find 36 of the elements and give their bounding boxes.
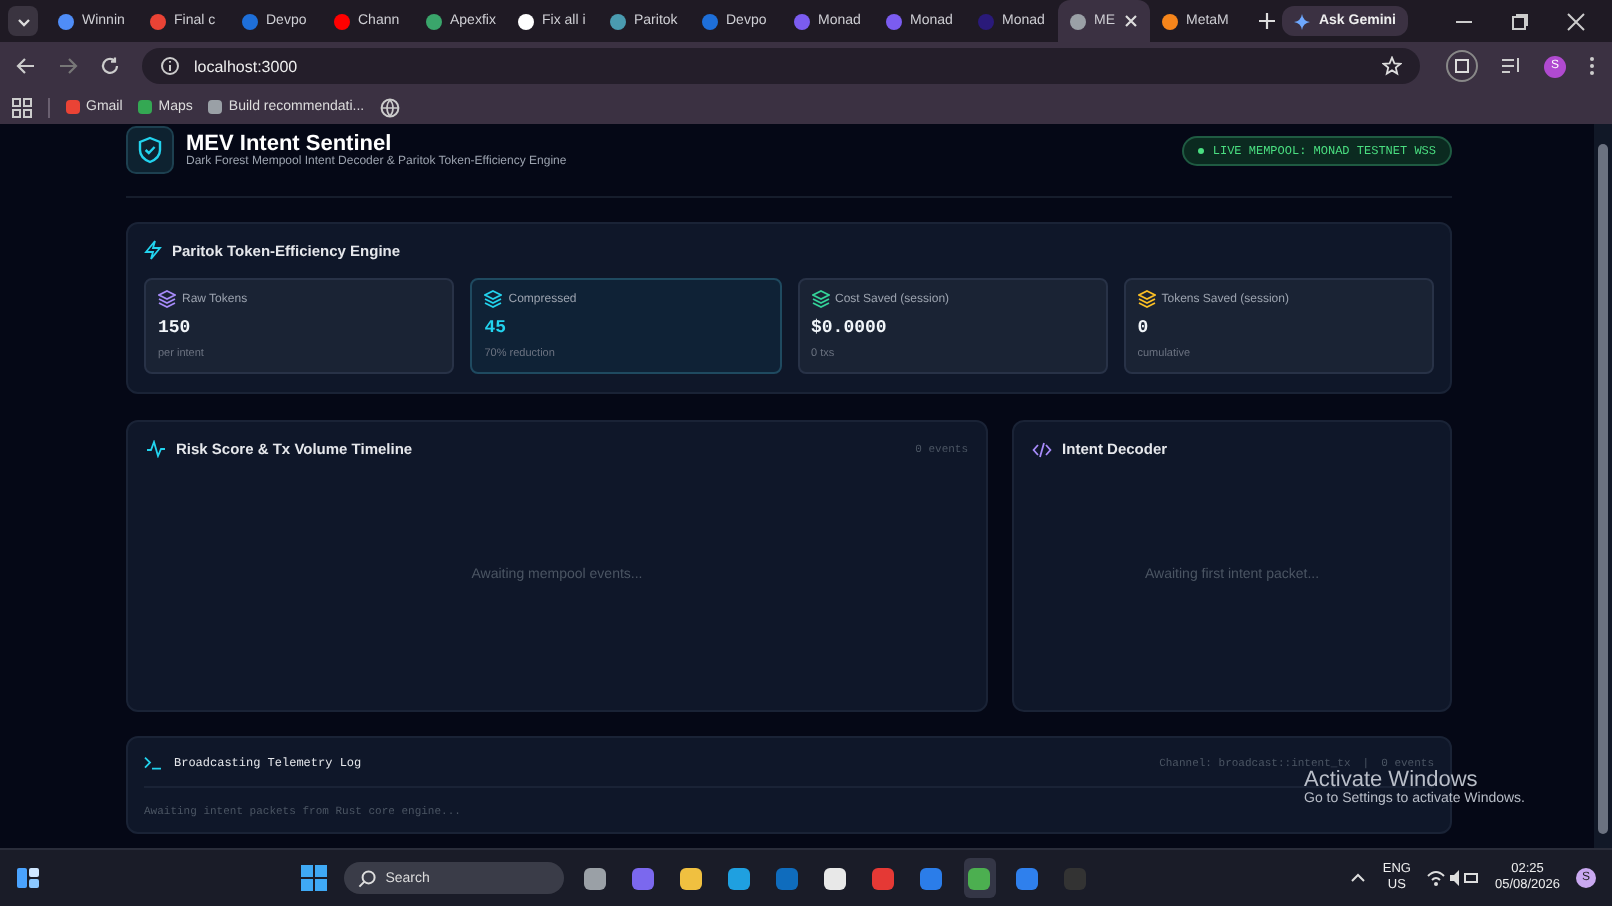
- info-icon: [160, 56, 180, 76]
- terminal-icon: [144, 755, 162, 769]
- media-icon[interactable]: [1500, 56, 1522, 76]
- search-icon: [357, 869, 376, 887]
- address-bar[interactable]: localhost:3000: [142, 48, 1420, 84]
- stat-value: 150: [158, 318, 193, 338]
- menu-icon[interactable]: [1588, 56, 1596, 76]
- back-icon[interactable]: [16, 56, 36, 76]
- globe-icon[interactable]: [380, 97, 401, 117]
- scrollbar[interactable]: [1594, 124, 1612, 848]
- stat-value: $0.0000: [811, 318, 889, 338]
- restore-icon[interactable]: [1510, 11, 1530, 31]
- chevron-icon: [15, 13, 31, 29]
- stat-value: 45: [484, 318, 509, 338]
- pulse-icon: [146, 440, 166, 458]
- widgets-icon[interactable]: [16, 866, 40, 890]
- new-tab-icon[interactable]: [1258, 12, 1276, 30]
- sparkle-icon: [1294, 13, 1311, 29]
- reload-icon[interactable]: [100, 56, 120, 76]
- app-title: MEV Intent Sentinel: [186, 132, 394, 156]
- close-icon[interactable]: [1566, 11, 1586, 31]
- forward-icon[interactable]: [58, 56, 78, 76]
- tab-search-button[interactable]: [8, 6, 38, 36]
- activation-title: Activate Windows: [1304, 768, 1478, 792]
- star-icon[interactable]: [1382, 56, 1402, 76]
- apps-grid-icon[interactable]: [12, 97, 32, 117]
- chevron-icon[interactable]: [1350, 870, 1367, 886]
- system-tray-icon[interactable]: [1426, 868, 1479, 888]
- taskbar-app[interactable]: [963, 858, 996, 898]
- lightning-icon: [144, 240, 162, 260]
- extension-icon[interactable]: [1446, 50, 1478, 82]
- shield-icon: [126, 126, 174, 174]
- code-icon: [1032, 441, 1053, 457]
- start-icon[interactable]: [299, 864, 328, 892]
- stat-value: 0: [1137, 318, 1151, 338]
- close-icon[interactable]: [1123, 14, 1137, 28]
